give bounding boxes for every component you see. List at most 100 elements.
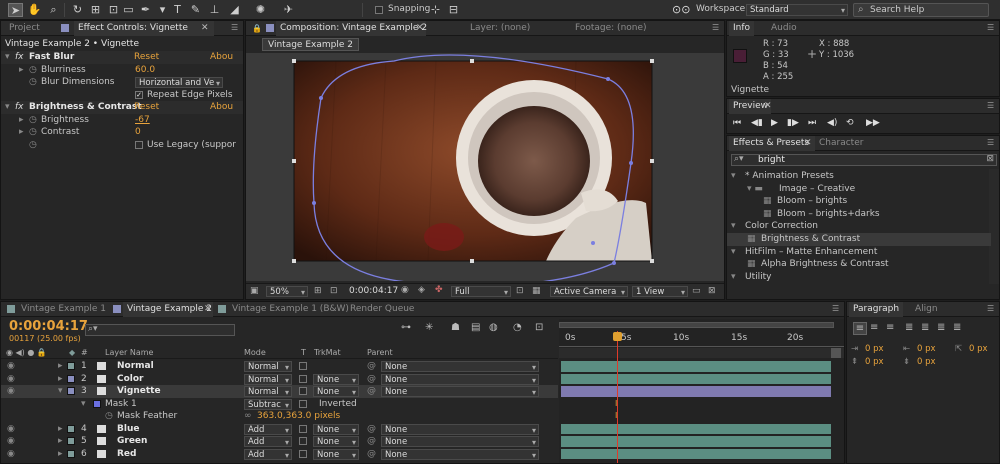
layer-row[interactable]: ◉ ▸ 1 Normal Normal @ None — [1, 360, 558, 373]
layer-duration-bar[interactable] — [561, 423, 831, 434]
effects-tree-item[interactable]: ▦ Alpha Brightness & Contrast — [727, 258, 991, 271]
layer-mode-select[interactable]: Add — [244, 423, 292, 435]
reset-link[interactable]: Reset — [134, 101, 159, 114]
layer-name[interactable]: Vignette — [117, 385, 161, 398]
reset-link[interactable]: Reset — [134, 51, 159, 64]
selection-tool-icon[interactable]: ➤ — [8, 3, 23, 17]
effects-tree-item[interactable]: ▾ Color Correction — [727, 220, 991, 233]
effects-search-field[interactable]: ⌕▾ bright ⊠ — [731, 154, 997, 166]
comp-timecode[interactable]: 0:00:04:17 — [349, 286, 398, 296]
effect-brightness-contrast-row[interactable]: ▾ fx Brightness & Contrast Reset Abou — [1, 101, 243, 114]
stopwatch-icon[interactable]: ◷ — [29, 114, 37, 127]
preserve-transparency-checkbox[interactable] — [299, 374, 307, 383]
loop-icon[interactable]: ⟲ — [846, 118, 854, 128]
effects-tree-item[interactable]: ▾ HitFilm – Matte Enhancement — [727, 246, 991, 259]
brightness-value[interactable]: -67 — [135, 114, 150, 127]
stopwatch-icon[interactable]: ◷ — [29, 139, 37, 152]
layer-label-color[interactable] — [67, 437, 75, 445]
rotate-tool-icon[interactable]: ↻ — [70, 3, 85, 17]
layer-label-color[interactable] — [67, 449, 75, 458]
tab-layer[interactable]: Layer: (none) — [466, 21, 534, 36]
parent-select[interactable]: None — [381, 423, 539, 435]
first-line-indent-value[interactable]: 0 px — [969, 344, 988, 354]
effects-tree-item[interactable]: ▾ Utility — [727, 271, 991, 284]
indent-right-value[interactable]: 0 px — [917, 344, 936, 354]
layer-duration-bar[interactable] — [561, 361, 831, 372]
layer-row[interactable]: ◉ ▸ 6 Red Add None @ None — [1, 448, 558, 461]
justify-right-icon[interactable]: ≣ — [937, 322, 945, 333]
comp-mini-flowchart-icon[interactable]: ⊶ — [401, 322, 411, 333]
graph-editor-icon[interactable]: ◔ — [513, 322, 522, 333]
disclosure-right-icon[interactable]: ▸ — [19, 126, 24, 139]
disclosure-right-icon[interactable]: ▸ — [58, 435, 63, 448]
layer-duration-bar[interactable] — [561, 436, 831, 447]
preserve-transparency-checkbox[interactable] — [299, 449, 307, 458]
draft-3d-icon[interactable]: ✳ — [425, 322, 433, 333]
current-time-indicator[interactable] — [617, 331, 618, 463]
parent-select[interactable]: None — [381, 361, 539, 372]
mute-icon[interactable]: ◀) — [827, 118, 837, 128]
timeline-timecode[interactable]: 0:00:04:17 — [9, 319, 88, 334]
disclosure-down-icon[interactable]: ▾ — [5, 51, 10, 64]
tab-info[interactable]: Info — [729, 21, 755, 36]
composition-viewer[interactable] — [246, 53, 724, 281]
layer-label-color[interactable] — [67, 424, 75, 433]
use-legacy-checkbox[interactable] — [135, 140, 143, 149]
brush-tool-icon[interactable]: ✎ — [188, 3, 203, 17]
channel-icon[interactable]: ✤ — [435, 285, 443, 295]
mask-mode-select[interactable]: Subtrac — [244, 398, 292, 410]
tab-footage[interactable]: Footage: (none) — [571, 21, 651, 36]
eye-icon[interactable]: ◉ — [7, 435, 15, 448]
puppet-tool-icon[interactable]: ✈ — [281, 3, 296, 17]
layer-mode-select[interactable]: Normal — [244, 386, 292, 397]
brainstorm-icon[interactable]: ⊡ — [535, 322, 543, 333]
contrast-value[interactable]: 0 — [135, 126, 141, 139]
mask-row[interactable]: ▾ Mask 1 Subtrac Inverted — [1, 398, 558, 411]
link-icon[interactable]: ∞ — [244, 410, 252, 423]
view-layout-select[interactable]: 1 View — [632, 286, 688, 297]
layer-row[interactable]: ◉ ▸ 5 Green Add None @ None — [1, 435, 558, 448]
tab-composition[interactable]: Composition: Vintage Example 2 — [276, 21, 427, 36]
pen-dropdown-icon[interactable]: ▾ — [155, 3, 170, 17]
layer-label-color[interactable] — [67, 387, 75, 395]
effects-tree-item[interactable]: ▾ ▬ Image – Creative — [727, 183, 991, 196]
current-time-handle[interactable] — [613, 332, 622, 341]
space-after-value[interactable]: 0 px — [917, 357, 936, 367]
pickwhip-icon[interactable]: @ — [367, 385, 376, 398]
tab-paragraph[interactable]: Paragraph — [849, 302, 904, 317]
time-graph[interactable]: 0s 5s 10s 15s 20s II — [559, 319, 844, 463]
preserve-transparency-checkbox[interactable] — [299, 387, 307, 395]
frame-blend-icon[interactable]: ▤ — [471, 322, 480, 333]
panel-menu-icon[interactable]: ☰ — [987, 138, 996, 148]
transparency-grid-icon[interactable]: ▦ — [532, 286, 541, 296]
eye-icon[interactable]: ◉ — [7, 423, 15, 436]
col-layer-name[interactable]: Layer Name — [105, 347, 153, 359]
tab-timeline-2[interactable]: Vintage Example 2 — [123, 302, 213, 317]
layer-row[interactable]: ◉ ▸ 2 Color Normal None @ None — [1, 373, 558, 386]
workspace-link-icon[interactable]: ⊙⊙ — [672, 3, 690, 17]
eye-icon[interactable]: ◉ — [7, 448, 15, 461]
clone-tool-icon[interactable]: ⊥ — [207, 3, 222, 17]
layer-label-color[interactable] — [67, 362, 75, 370]
indent-left-value[interactable]: 0 px — [865, 344, 884, 354]
pickwhip-icon[interactable]: @ — [367, 448, 376, 461]
ram-preview-icon[interactable]: ▶▶ — [866, 118, 880, 128]
eye-icon[interactable]: ◉ — [7, 360, 15, 373]
disclosure-right-icon[interactable]: ▸ — [19, 64, 24, 77]
align-center-icon[interactable]: ≡ — [870, 322, 878, 333]
layer-mode-select[interactable]: Normal — [244, 373, 292, 385]
snapping-checkbox[interactable] — [375, 6, 383, 14]
trkmat-select[interactable]: None — [313, 436, 359, 447]
layer-name[interactable]: Red — [117, 448, 136, 461]
pickwhip-icon[interactable]: @ — [367, 360, 376, 373]
pen-tool-icon[interactable]: ✒ — [138, 3, 153, 17]
hand-tool-icon[interactable]: ✋ — [27, 3, 42, 17]
layer-mode-select[interactable]: Normal — [244, 361, 292, 372]
preserve-transparency-checkbox[interactable] — [299, 362, 307, 370]
toggle-pixel-aspect-icon[interactable]: ▭ — [692, 286, 701, 296]
zoom-select[interactable]: 50% — [266, 286, 308, 297]
layer-name[interactable]: Normal — [117, 360, 154, 373]
pickwhip-icon[interactable]: @ — [367, 423, 376, 436]
layer-mode-select[interactable]: Add — [244, 448, 292, 460]
shy-icon[interactable]: ☗ — [451, 322, 460, 333]
